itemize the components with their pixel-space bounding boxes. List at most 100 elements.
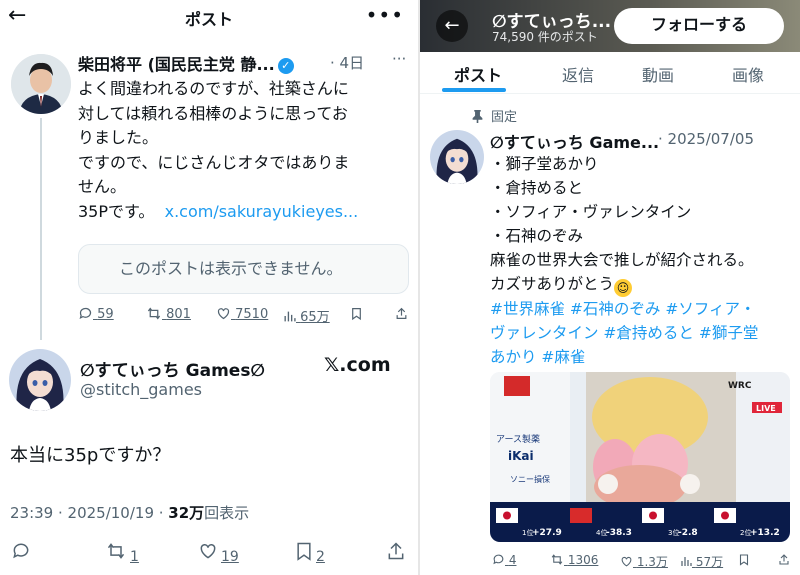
like-button[interactable]: 7510 [216, 306, 268, 322]
post-date[interactable]: · 2025/07/05 [658, 130, 754, 148]
like-count: 19 [221, 549, 239, 565]
quoted-author[interactable]: 柴田将平 (国民民主党 静... ✓ [78, 51, 294, 75]
thread-line [40, 118, 42, 340]
reply-button[interactable] [10, 541, 32, 566]
share-button[interactable] [778, 553, 790, 567]
repost-count: 801 [166, 307, 191, 322]
pin-icon [472, 110, 483, 123]
more-options-icon[interactable]: ••• [366, 3, 404, 27]
tab-videos[interactable]: 動画 [642, 62, 674, 86]
unavailable-post-card: このポストは表示できません。 [78, 244, 409, 294]
text-line: せん。 [78, 177, 127, 196]
bookmark-icon [352, 308, 361, 321]
text-line: ・獅子堂あかり [490, 155, 599, 173]
post-author-name[interactable]: ∅すてぃっち Games∅ [80, 356, 265, 381]
live-badge: LIVE [756, 404, 776, 413]
profile-header: ← ∅すてぃっち... 74,590 件のポスト フォローする [420, 0, 800, 52]
views-chart-icon [284, 311, 296, 322]
like-button[interactable]: 19 [197, 541, 239, 566]
bookmark-button[interactable] [738, 553, 750, 567]
external-link[interactable]: x.com/sakurayukieyes... [165, 202, 359, 221]
sponsor-logo: アース製薬 [496, 433, 540, 445]
share-button[interactable] [386, 541, 406, 566]
heart-icon [217, 308, 230, 320]
text-line: ・倉持めると [490, 179, 584, 197]
text-line: 対しては頼れる相棒のように思ってお [78, 103, 348, 123]
text-line: 麻雀の世界大会で推しが紹介される。 [490, 251, 754, 269]
right-pane: ← ∅すてぃっち... 74,590 件のポスト フォローする ポスト 返信 動… [420, 0, 800, 575]
verified-badge-icon: ✓ [277, 58, 294, 74]
reply-count: 59 [97, 307, 114, 322]
reply-icon [13, 543, 29, 559]
score: -2.8 [678, 528, 698, 538]
pinned-text: 固定 [491, 110, 518, 125]
quoted-date[interactable]: · 4日 [330, 52, 364, 73]
repost-button[interactable]: 801 [146, 306, 191, 322]
repost-count: 1 [130, 549, 139, 565]
active-tab-indicator [442, 88, 506, 92]
heart-icon [621, 556, 632, 567]
text-line: カズサありがとう ☺ [490, 272, 796, 297]
tab-replies[interactable]: 返信 [562, 62, 594, 86]
avatar[interactable] [430, 130, 484, 184]
follow-button[interactable]: フォローする [614, 8, 784, 44]
view-count: 57万 [695, 555, 724, 569]
more-options-icon[interactable]: ··· [392, 50, 406, 68]
post-author-name[interactable]: ∅すてぃっち Game... [490, 129, 659, 153]
text-line: ・石神のぞみ [490, 227, 584, 245]
share-icon [779, 554, 789, 565]
text-line: ・ソフィア・ヴァレンタイン [490, 203, 692, 221]
views-button[interactable]: 57万 [680, 553, 723, 570]
like-count: 7510 [235, 307, 269, 322]
left-pane: ← ポスト ••• 柴田将平 (国民民主党 静... ✓ · 4日 ··· よく間… [0, 0, 418, 575]
hashtags[interactable]: あかり #麻雀 [490, 345, 796, 369]
share-button[interactable] [395, 306, 408, 322]
repost-button[interactable]: 1 [104, 541, 139, 566]
reply-button[interactable]: 4 [492, 553, 516, 567]
bookmark-count: 2 [316, 549, 325, 565]
hashtags[interactable]: #世界麻雀 #石神のぞみ #ソフィア・ [490, 297, 796, 321]
repost-icon [147, 307, 161, 320]
reply-button[interactable]: 59 [78, 306, 114, 322]
hashtags[interactable]: ヴァレンタイン #倉持めると #獅子堂 [490, 321, 796, 345]
timestamp-text: 23:39 · 2025/10/19 · [10, 504, 169, 522]
x-com-logo: 𝕏.com [324, 354, 391, 376]
author-name: 柴田将平 (国民民主党 静... [78, 55, 275, 74]
post-media-image[interactable]: アース製薬 iKai ソニー損保 LIVE WRC 1位 +27.9 4位 -3 [490, 372, 790, 542]
text-line: りました。 [78, 128, 159, 147]
text-line: ですので、にじさんじオタではありま [78, 152, 350, 172]
post-author-handle[interactable]: @stitch_games [80, 380, 202, 399]
bookmark-button[interactable] [350, 306, 363, 322]
like-button[interactable]: 1.3万 [620, 553, 668, 570]
text-line: 35Pです。 x.com/sakurayukieyes... [78, 200, 408, 225]
bookmark-button[interactable]: 2 [294, 541, 325, 566]
score: -38.3 [606, 528, 632, 538]
avatar[interactable] [9, 349, 71, 411]
post-count: 74,590 件のポスト [492, 30, 598, 44]
post-header: ← ポスト ••• [0, 0, 418, 34]
tab-images[interactable]: 画像 [732, 62, 764, 86]
pinned-label: 固定 [472, 106, 517, 125]
repost-icon [107, 543, 125, 559]
post-action-bar: 1 19 2 [0, 541, 418, 571]
like-count: 1.3万 [636, 555, 668, 569]
views-count: 32万 [168, 504, 205, 522]
post-timestamp: 23:39 · 2025/10/19 · 32万回表示 [10, 502, 249, 523]
view-count: 65万 [300, 310, 330, 325]
tab-posts[interactable]: ポスト [454, 62, 502, 86]
score: +27.9 [532, 528, 562, 538]
reply-icon [79, 307, 92, 320]
score: +13.2 [750, 528, 780, 538]
avatar[interactable] [11, 54, 71, 114]
views-chart-icon [681, 557, 692, 566]
wrc-logo: WRC [728, 381, 752, 391]
post-text: 本当に35pですか？ [10, 445, 171, 466]
back-arrow-icon[interactable]: ← [436, 10, 468, 42]
repost-icon [551, 554, 563, 565]
views-button[interactable]: 65万 [283, 306, 330, 325]
repost-button[interactable]: 1306 [550, 553, 598, 567]
views-label: 回表示 [204, 504, 250, 522]
sponsor-logo: ソニー損保 [510, 474, 550, 484]
text-span: 35Pです。 [78, 201, 155, 221]
bookmark-icon [297, 542, 311, 561]
